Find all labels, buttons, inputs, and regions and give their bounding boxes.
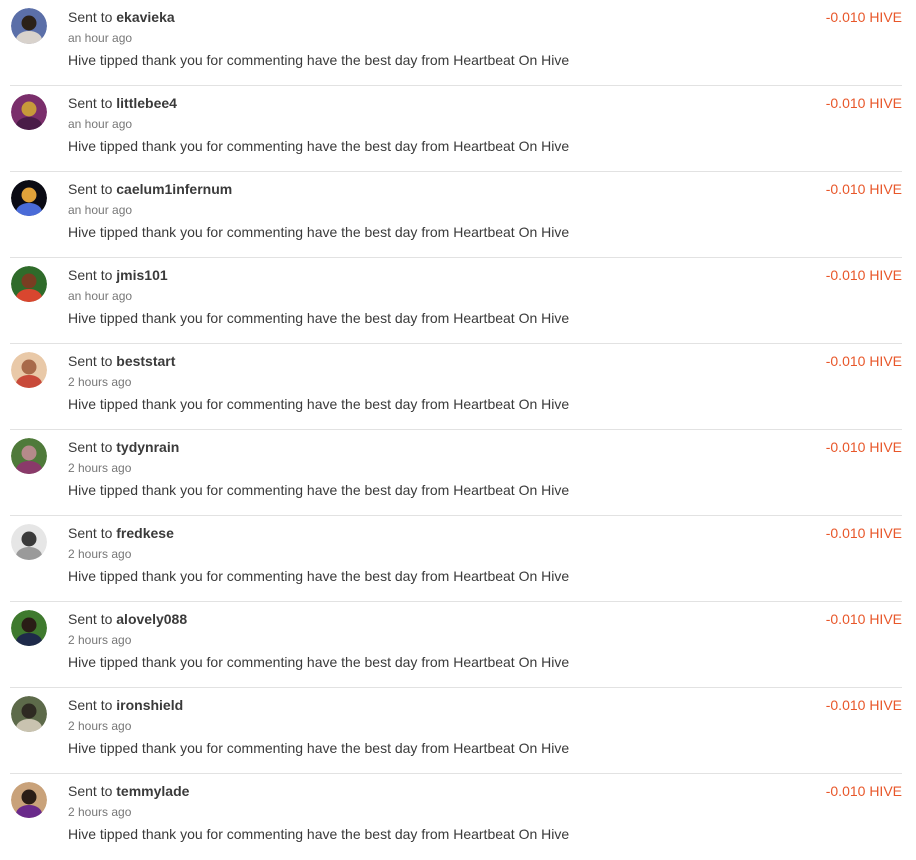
user-avatar[interactable] <box>11 266 47 302</box>
sent-to-label: Sent to <box>68 9 113 25</box>
recipient-username-link[interactable]: temmylade <box>116 783 189 799</box>
recipient-username-link[interactable]: fredkese <box>116 525 174 541</box>
sent-to-label: Sent to <box>68 181 113 197</box>
recipient-username-link[interactable]: ironshield <box>116 697 183 713</box>
timestamp: 2 hours ago <box>68 719 132 733</box>
transfer-description: Sent to beststart <box>68 353 175 369</box>
user-avatar[interactable] <box>11 610 47 646</box>
user-avatar[interactable] <box>11 438 47 474</box>
transfer-amount: -0.010 HIVE <box>825 181 902 197</box>
user-avatar[interactable] <box>11 696 47 732</box>
sent-to-label: Sent to <box>68 783 113 799</box>
transfer-memo: Hive tipped thank you for commenting hav… <box>68 740 570 756</box>
user-avatar[interactable] <box>11 352 47 388</box>
timestamp: 2 hours ago <box>68 375 132 389</box>
user-avatar[interactable] <box>11 524 47 560</box>
user-avatar[interactable] <box>11 782 47 818</box>
transfer-description: Sent to littlebee4 <box>68 95 177 111</box>
sent-to-label: Sent to <box>68 95 113 111</box>
transfer-amount: -0.010 HIVE <box>825 611 902 627</box>
transfer-memo: Hive tipped thank you for commenting hav… <box>68 138 570 154</box>
timestamp: an hour ago <box>68 31 133 45</box>
transfer-amount: -0.010 HIVE <box>825 95 902 111</box>
transfer-memo: Hive tipped thank you for commenting hav… <box>68 396 570 412</box>
user-avatar[interactable] <box>11 94 47 130</box>
transaction-row: Sent to ekavieka an hour ago Hive tipped… <box>10 0 902 86</box>
transaction-row: Sent to beststart 2 hours ago Hive tippe… <box>10 344 902 430</box>
transfer-amount: -0.010 HIVE <box>825 9 902 25</box>
transfer-description: Sent to fredkese <box>68 525 174 541</box>
sent-to-label: Sent to <box>68 525 113 541</box>
transfer-memo: Hive tipped thank you for commenting hav… <box>68 826 570 842</box>
recipient-username-link[interactable]: beststart <box>116 353 175 369</box>
timestamp: 2 hours ago <box>68 547 132 561</box>
sent-to-label: Sent to <box>68 267 113 283</box>
transaction-row: Sent to littlebee4 an hour ago Hive tipp… <box>10 86 902 172</box>
transaction-row: Sent to caelum1infernum an hour ago Hive… <box>10 172 902 258</box>
transfer-description: Sent to temmylade <box>68 783 189 799</box>
transfer-amount: -0.010 HIVE <box>825 525 902 541</box>
recipient-username-link[interactable]: littlebee4 <box>116 95 177 111</box>
timestamp: an hour ago <box>68 203 133 217</box>
timestamp: 2 hours ago <box>68 461 132 475</box>
sent-to-label: Sent to <box>68 439 113 455</box>
transfer-amount: -0.010 HIVE <box>825 353 902 369</box>
transfer-description: Sent to ironshield <box>68 697 183 713</box>
transfer-amount: -0.010 HIVE <box>825 783 902 799</box>
transfer-memo: Hive tipped thank you for commenting hav… <box>68 568 570 584</box>
transaction-row: Sent to jmis101 an hour ago Hive tipped … <box>10 258 902 344</box>
timestamp: 2 hours ago <box>68 633 132 647</box>
transfer-description: Sent to caelum1infernum <box>68 181 232 197</box>
transfer-amount: -0.010 HIVE <box>825 267 902 283</box>
timestamp: an hour ago <box>68 117 133 131</box>
transfer-description: Sent to ekavieka <box>68 9 175 25</box>
transfer-memo: Hive tipped thank you for commenting hav… <box>68 52 570 68</box>
sent-to-label: Sent to <box>68 697 113 713</box>
recipient-username-link[interactable]: ekavieka <box>116 9 174 25</box>
user-avatar[interactable] <box>11 8 47 44</box>
transfer-amount: -0.010 HIVE <box>825 697 902 713</box>
transfer-description: Sent to alovely088 <box>68 611 187 627</box>
sent-to-label: Sent to <box>68 353 113 369</box>
user-avatar[interactable] <box>11 180 47 216</box>
transfer-memo: Hive tipped thank you for commenting hav… <box>68 310 570 326</box>
transaction-row: Sent to alovely088 2 hours ago Hive tipp… <box>10 602 902 688</box>
transaction-row: Sent to ironshield 2 hours ago Hive tipp… <box>10 688 902 774</box>
transfer-memo: Hive tipped thank you for commenting hav… <box>68 224 570 240</box>
transfer-description: Sent to jmis101 <box>68 267 168 283</box>
transfer-description: Sent to tydynrain <box>68 439 179 455</box>
timestamp: an hour ago <box>68 289 133 303</box>
transfer-amount: -0.010 HIVE <box>825 439 902 455</box>
transfer-history-list: Sent to ekavieka an hour ago Hive tipped… <box>0 0 916 860</box>
transaction-row: Sent to temmylade 2 hours ago Hive tippe… <box>10 774 902 860</box>
transaction-row: Sent to tydynrain 2 hours ago Hive tippe… <box>10 430 902 516</box>
recipient-username-link[interactable]: jmis101 <box>116 267 167 283</box>
transfer-memo: Hive tipped thank you for commenting hav… <box>68 654 570 670</box>
sent-to-label: Sent to <box>68 611 113 627</box>
recipient-username-link[interactable]: caelum1infernum <box>116 181 232 197</box>
recipient-username-link[interactable]: tydynrain <box>116 439 179 455</box>
timestamp: 2 hours ago <box>68 805 132 819</box>
transaction-row: Sent to fredkese 2 hours ago Hive tipped… <box>10 516 902 602</box>
transfer-memo: Hive tipped thank you for commenting hav… <box>68 482 570 498</box>
recipient-username-link[interactable]: alovely088 <box>116 611 187 627</box>
